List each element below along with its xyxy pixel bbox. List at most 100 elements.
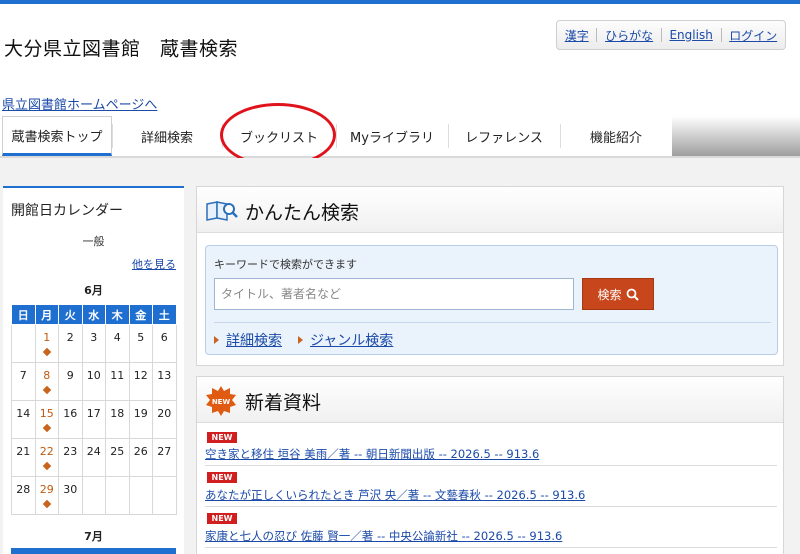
calendar-table: 日月火水木金土 1 2 3 4 5 6 7 8 9 10 11 12 13 14 15 16 17 18 19 20 2… [11, 304, 177, 515]
simple-search-title: かんたん検索 [245, 202, 360, 224]
search-hint: キーワードで検索ができます [214, 258, 357, 271]
calendar-empty-cell [105, 476, 130, 515]
arrow-right-icon [214, 336, 219, 344]
search-divider [214, 322, 771, 323]
calendar-week-row: 14 15 16 17 18 19 20 [11, 400, 177, 439]
calendar-day: 4 [105, 324, 130, 363]
weekday-header: 水 [81, 304, 106, 325]
tabs-gradient-filler [672, 116, 800, 156]
lang-separator [596, 28, 598, 42]
calendar-day: 10 [81, 362, 106, 401]
weekday-header: 月 [34, 304, 59, 325]
new-materials-title: 新着資料 [245, 392, 322, 414]
language-switcher: 漢字 ひらがな English ログイン [556, 20, 786, 50]
tab-my-library[interactable]: Myライブラリ [336, 116, 448, 156]
weekday-header: 木 [105, 304, 130, 325]
new-item-link[interactable]: 家康と七人の忍び 佐藤 賢一／著 -- 中央公論新社 -- 2026.5 -- … [205, 528, 562, 544]
calendar-day: 11 [105, 362, 130, 401]
calendar-subtitle: 一般 [82, 235, 105, 248]
calendar-title: 開館日カレンダー [11, 203, 123, 219]
calendar-empty-cell [11, 324, 36, 363]
calendar-day: 21 [11, 438, 36, 477]
calendar-day: 13 [152, 362, 177, 401]
calendar-month-label: 6月 [84, 284, 103, 297]
tab-advanced-search[interactable]: 詳細検索 [112, 116, 222, 156]
calendar-day: 30 [58, 476, 83, 515]
new-materials-panel: NEW 新着資料 NEW 空き家と移住 垣谷 美雨／著 -- 朝日新聞出版 --… [196, 376, 784, 554]
login-link[interactable]: ログイン [729, 27, 777, 44]
tab-features[interactable]: 機能紹介 [560, 116, 672, 156]
calendar-day: 24 [81, 438, 106, 477]
new-badge: NEW [207, 513, 237, 524]
new-badge-icon-label: NEW [212, 398, 231, 406]
keyword-search-input[interactable] [214, 278, 574, 310]
list-divider [205, 465, 777, 466]
calendar-empty-cell [128, 476, 153, 515]
lang-separator [720, 28, 722, 42]
simple-search-panel: かんたん検索 キーワードで検索ができます 検索 詳細検索 ジャンル検索 [196, 186, 784, 366]
new-badge-icon: NEW [206, 386, 236, 416]
calendar-day: 3 [81, 324, 106, 363]
calendar-empty-cell [152, 476, 177, 515]
calendar-day: 28 [11, 476, 36, 515]
calendar-week-row: 28 29 30 [11, 476, 177, 515]
calendar-day: 14 [11, 400, 36, 439]
calendar-day: 5 [128, 324, 153, 363]
calendar-day: 16 [58, 400, 83, 439]
calendar-day: 25 [105, 438, 130, 477]
new-item-link[interactable]: あなたが正しくいられたとき 芦沢 央／著 -- 文藝春秋 -- 2026.5 -… [205, 487, 585, 503]
calendar-day: 15 [34, 400, 59, 439]
calendar-day: 20 [152, 400, 177, 439]
calendar-day: 18 [105, 400, 130, 439]
calendar-day: 29 [34, 476, 59, 515]
library-home-link[interactable]: 県立図書館ホームページへ [2, 94, 157, 113]
main-nav-tabs: 蔵書検索トップ 詳細検索 ブックリスト Myライブラリ レファレンス 機能紹介 [0, 116, 800, 158]
arrow-right-icon [298, 336, 303, 344]
simple-search-header: かんたん検索 [197, 187, 783, 233]
weekday-header: 日 [11, 304, 36, 325]
list-divider [205, 506, 777, 507]
tab-search-top[interactable]: 蔵書検索トップ [2, 116, 112, 156]
new-badge: NEW [207, 432, 237, 443]
calendar-day: 1 [34, 324, 59, 363]
book-search-icon [206, 201, 238, 221]
calendar-day: 7 [11, 362, 36, 401]
calendar-empty-cell [81, 476, 106, 515]
weekday-header: 火 [58, 304, 83, 325]
lang-kanji-link[interactable]: 漢字 [565, 27, 589, 44]
top-accent-bar [0, 0, 800, 4]
calendar-week-row: 7 8 9 10 11 12 13 [11, 362, 177, 401]
next-calendar-header [11, 548, 176, 554]
calendar-day: 9 [58, 362, 83, 401]
calendar-sidebar: 開館日カレンダー 一般 他を見る 6月 日月火水木金土 1 2 3 4 5 6 7 8 9 10 1… [3, 186, 184, 554]
calendar-day: 22 [34, 438, 59, 477]
calendar-day: 8 [34, 362, 59, 401]
search-icon [626, 288, 639, 301]
genre-search-link[interactable]: ジャンル検索 [310, 330, 393, 350]
site-title: 大分県立図書館 蔵書検索 [4, 38, 239, 60]
weekday-header: 土 [152, 304, 177, 325]
calendar-week-row: 123456 [11, 324, 177, 363]
calendar-day: 17 [81, 400, 106, 439]
tab-reference[interactable]: レファレンス [448, 116, 560, 156]
advanced-search-link[interactable]: 詳細検索 [226, 330, 282, 350]
list-divider [205, 547, 777, 548]
calendar-day: 6 [152, 324, 177, 363]
lang-english-link[interactable]: English [669, 28, 712, 42]
search-form: キーワードで検索ができます 検索 詳細検索 ジャンル検索 [205, 245, 778, 355]
search-button[interactable]: 検索 [582, 278, 654, 310]
search-button-label: 検索 [597, 287, 622, 302]
new-badge: NEW [207, 472, 237, 483]
calendar-week-row: 21 22 23 24 25 26 27 [11, 438, 177, 477]
calendar-more-link[interactable]: 他を見る [132, 256, 176, 272]
tab-booklist[interactable]: ブックリスト [222, 116, 336, 156]
calendar-day: 12 [128, 362, 153, 401]
lang-hiragana-link[interactable]: ひらがな [605, 27, 653, 44]
calendar-day: 2 [58, 324, 83, 363]
calendar-day: 23 [58, 438, 83, 477]
calendar-day: 26 [128, 438, 153, 477]
calendar-day: 19 [128, 400, 153, 439]
calendar-day: 27 [152, 438, 177, 477]
new-item-link[interactable]: 空き家と移住 垣谷 美雨／著 -- 朝日新聞出版 -- 2026.5 -- 91… [205, 446, 539, 462]
calendar-next-month-label: 7月 [84, 530, 103, 543]
